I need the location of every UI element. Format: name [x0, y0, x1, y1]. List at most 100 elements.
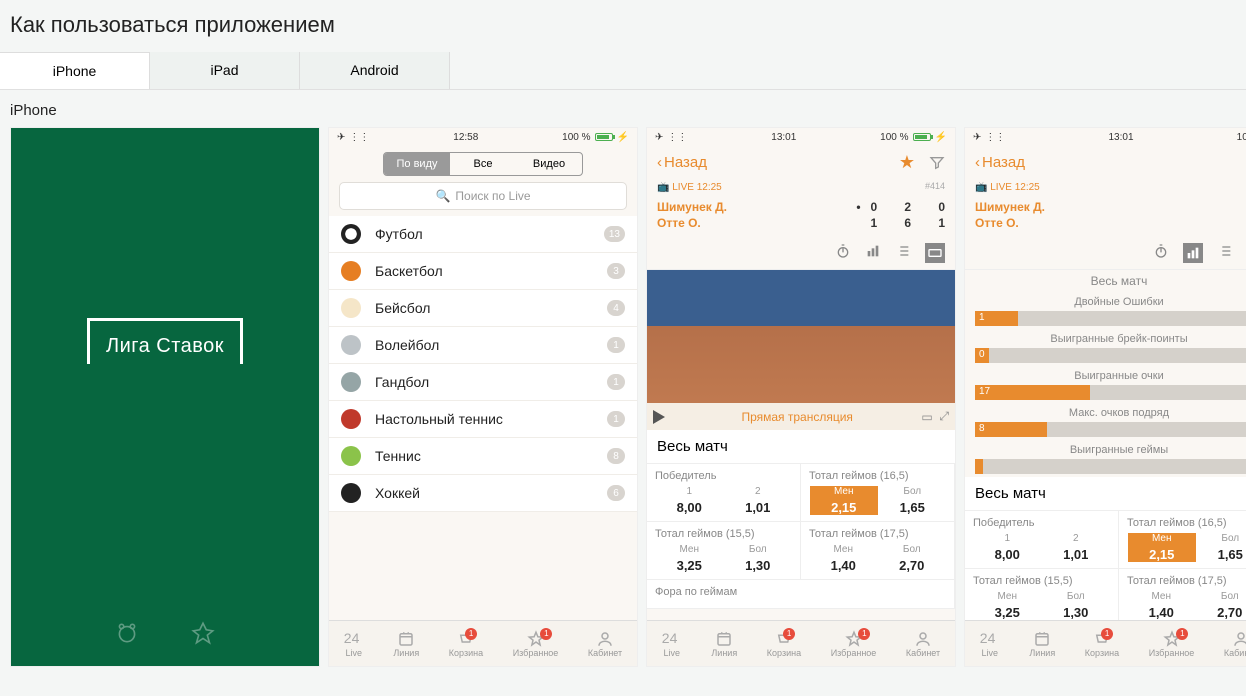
section-title: Весь матч	[647, 430, 955, 464]
badge: 1	[465, 628, 477, 640]
badge: 1	[858, 628, 870, 640]
bottom-tab-label: Live	[346, 648, 363, 658]
odd[interactable]: 18,00	[973, 533, 1042, 562]
sport-count: 8	[607, 448, 625, 464]
bottom-tab[interactable]: Кабинет	[588, 630, 622, 658]
sport-item[interactable]: Настольный теннис1	[329, 401, 637, 438]
airplane-icon: ✈	[337, 132, 345, 143]
status-bar: ✈⋮⋮ 13:01 100 %⚡	[647, 128, 955, 146]
odd[interactable]: 21,01	[724, 486, 793, 515]
chevron-left-icon: ‹	[657, 154, 662, 171]
odd[interactable]: Мен2,15	[1128, 533, 1196, 562]
bottom-tab[interactable]: Линия	[711, 630, 737, 658]
video-player[interactable]: Прямая трансляция ▭ ⤢	[647, 270, 955, 430]
odd[interactable]: Мен2,15	[810, 486, 878, 515]
segment-by-type[interactable]: По виду	[384, 153, 450, 175]
status-bar: ✈⋮⋮ 12:58 100 %⚡	[329, 128, 637, 146]
bottom-tab[interactable]: Корзина1	[767, 630, 801, 658]
bottom-tab[interactable]: Корзина1	[449, 630, 483, 658]
segment-all[interactable]: Все	[450, 153, 516, 175]
player-row: Шимунек Д. •0 2 0	[657, 199, 945, 215]
cast-icon[interactable]: ▭	[921, 410, 932, 424]
tab-android[interactable]: Android	[300, 52, 450, 89]
odd[interactable]: Бол1,30	[1042, 591, 1111, 620]
sport-item[interactable]: Бейсбол4	[329, 290, 637, 327]
status-time: 12:58	[453, 132, 478, 143]
bottom-tab[interactable]: Избранное 1	[831, 630, 877, 658]
odd[interactable]: Бол2,70	[1196, 591, 1246, 620]
bottom-tab[interactable]: Кабинет	[1224, 630, 1246, 658]
bottom-tab-label: Линия	[393, 648, 419, 658]
bottom-tab[interactable]: 24Live	[980, 630, 1000, 658]
sport-item[interactable]: Футбол13	[329, 216, 637, 253]
stat-row: Выигранные геймы	[965, 440, 1246, 477]
bottom-tab[interactable]: Корзина1	[1085, 630, 1119, 658]
chart-icon[interactable]	[1183, 243, 1203, 263]
stopwatch-icon[interactable]	[1153, 243, 1169, 259]
page-title: Как пользоваться приложением	[0, 0, 1246, 52]
list-icon[interactable]	[895, 243, 911, 259]
bottom-tab[interactable]: Линия	[393, 630, 419, 658]
sport-icon	[341, 224, 361, 244]
star-icon[interactable]: ★	[899, 152, 915, 173]
sport-item[interactable]: Теннис8	[329, 438, 637, 475]
sport-count: 1	[607, 374, 625, 390]
back-button[interactable]: ‹Назад	[975, 154, 1025, 171]
stat-row: Двойные Ошибки1	[965, 292, 1246, 329]
player-row: Отте О.1	[975, 215, 1246, 231]
stat-bar: 8	[975, 422, 1246, 437]
search-input[interactable]: 🔍 Поиск по Live	[339, 182, 627, 210]
sports-list: Футбол13Баскетбол3Бейсбол4Волейбол1Гандб…	[329, 216, 637, 512]
odd[interactable]: Бол1,30	[724, 544, 793, 573]
filter-icon[interactable]	[929, 155, 945, 171]
sport-name: Баскетбол	[375, 263, 607, 279]
sport-item[interactable]: Гандбол1	[329, 364, 637, 401]
keyboard-icon[interactable]	[925, 243, 945, 263]
odd[interactable]: Мен1,40	[1127, 591, 1196, 620]
odd[interactable]: 21,01	[1042, 533, 1111, 562]
list-icon[interactable]	[1217, 243, 1233, 259]
bottom-tab[interactable]: 24Live	[344, 630, 364, 658]
tab-iphone[interactable]: iPhone	[0, 52, 150, 89]
section-title: Весь матч	[965, 477, 1246, 511]
odd[interactable]: 18,00	[655, 486, 724, 515]
bottom-tab[interactable]: Линия	[1029, 630, 1055, 658]
odd[interactable]: Мен3,25	[973, 591, 1042, 620]
tab-ipad[interactable]: iPad	[150, 52, 300, 89]
sport-item[interactable]: Хоккей6	[329, 475, 637, 512]
battery-text: 100 %	[880, 132, 908, 143]
odd[interactable]: Мен3,25	[655, 544, 724, 573]
bottom-tab[interactable]: Кабинет	[906, 630, 940, 658]
bottom-tab-label: Корзина	[767, 648, 801, 658]
sport-name: Футбол	[375, 226, 604, 242]
segment-control[interactable]: По виду Все Видео	[383, 152, 583, 176]
bear-icon	[114, 620, 140, 646]
stat-row: Выигранные брейк-поинты0	[965, 329, 1246, 366]
odd[interactable]: Бол2,70	[878, 544, 947, 573]
market-title: Тотал геймов (17,5)	[809, 526, 946, 544]
bottom-tab[interactable]: Избранное1	[513, 630, 559, 658]
odd[interactable]: Бол1,65	[1197, 533, 1246, 562]
market-title: Тотал геймов (17,5)	[1127, 573, 1246, 591]
market-title: Тотал геймов (16,5)	[1127, 515, 1246, 533]
bottom-tab[interactable]: Избранное1	[1149, 630, 1195, 658]
sport-item[interactable]: Баскетбол3	[329, 253, 637, 290]
charging-icon: ⚡	[617, 132, 629, 143]
chart-icon[interactable]	[865, 243, 881, 259]
odd[interactable]: Мен1,40	[809, 544, 878, 573]
back-button[interactable]: ‹Назад	[657, 154, 707, 171]
match-id: #414	[925, 181, 945, 191]
bottom-tab[interactable]: 24Live	[662, 630, 682, 658]
expand-icon[interactable]: ⤢	[939, 409, 949, 424]
odd[interactable]: Бол1,65	[879, 486, 947, 515]
airplane-icon: ✈	[655, 132, 663, 143]
status-time: 13:01	[771, 132, 796, 143]
status-time: 13:01	[1109, 132, 1134, 143]
sport-item[interactable]: Волейбол1	[329, 327, 637, 364]
stopwatch-icon[interactable]	[835, 243, 851, 259]
segment-video[interactable]: Видео	[516, 153, 582, 175]
bottom-tab-label: Избранное	[831, 648, 877, 658]
play-icon[interactable]	[653, 410, 665, 424]
screenshot-match-stats: ✈⋮⋮ 13:01 100 % ‹Назад ★ 📺 LIVE 12:25 Ши…	[964, 127, 1246, 667]
sport-count: 6	[607, 485, 625, 501]
